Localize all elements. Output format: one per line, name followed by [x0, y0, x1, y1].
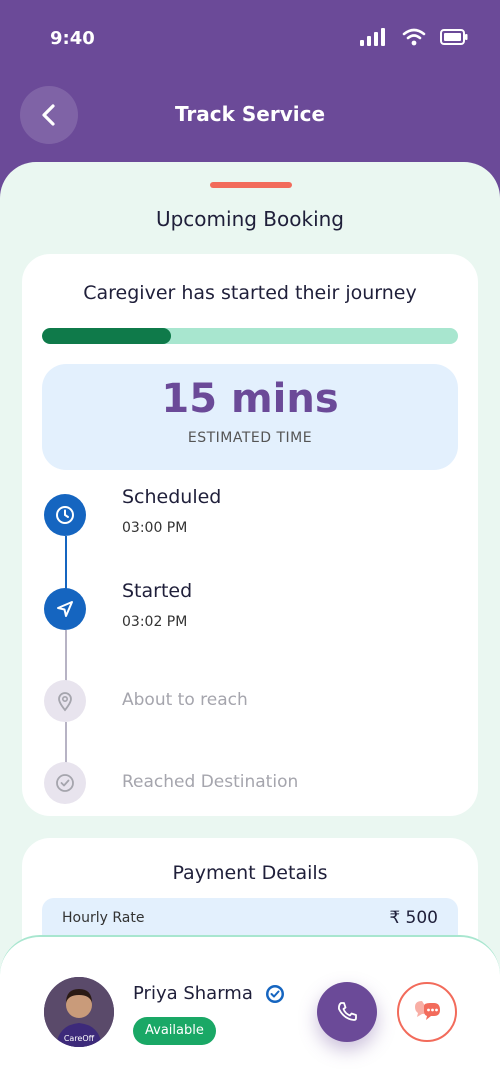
eta-box: 15 mins ESTIMATED TIME: [42, 364, 458, 470]
eta-label: ESTIMATED TIME: [187, 430, 313, 446]
status-timeline: Scheduled 03:00 PM Started 03:02 PM Abou…: [44, 486, 464, 814]
timeline-connector: [65, 536, 67, 590]
eta-value: 15 mins: [161, 376, 339, 422]
payment-row-label: Hourly Rate: [62, 910, 145, 926]
status-time: 9:40: [50, 28, 95, 49]
location-pin-icon: [44, 680, 86, 722]
clock-icon: [44, 494, 86, 536]
battery-icon: [440, 29, 468, 45]
journey-message: Caregiver has started their journey: [83, 282, 417, 304]
timeline-step-label: Reached Destination: [122, 772, 299, 792]
timeline-connector: [65, 722, 67, 766]
sheet-title: Upcoming Booking: [155, 207, 345, 231]
caregiver-name: Priya Sharma: [133, 983, 253, 1004]
tracking-card: Caregiver has started their journey 15 m…: [22, 254, 478, 816]
timeline-step-time: 03:02 PM: [122, 614, 188, 630]
payment-row-hourly-rate: Hourly Rate ₹ 500: [42, 898, 458, 940]
page-title: Track Service: [174, 102, 326, 126]
timeline-step-time: 03:00 PM: [122, 520, 188, 536]
verified-icon: [266, 985, 284, 1003]
chat-button[interactable]: [397, 982, 457, 1042]
navigation-icon: [44, 588, 86, 630]
journey-progress-fill: [42, 328, 171, 344]
signal-icon: [360, 28, 385, 46]
wifi-icon: [402, 28, 426, 46]
timeline-connector: [65, 630, 67, 682]
status-icons: [360, 28, 468, 46]
timeline-step-label: Scheduled: [122, 486, 222, 508]
timeline-step-label: Started: [122, 580, 193, 602]
chat-icon: [415, 1001, 440, 1020]
status-bar: 9:40: [0, 0, 500, 78]
avatar-logo-text: CareOff: [64, 1034, 95, 1043]
check-circle-icon: [44, 762, 86, 804]
call-button[interactable]: [317, 982, 377, 1042]
avatar: CareOff: [44, 977, 114, 1047]
status-badge: Available: [133, 1017, 216, 1045]
payment-row-value: ₹ 500: [389, 908, 438, 928]
journey-progress-bar: [42, 328, 458, 344]
phone-icon: [338, 1002, 357, 1021]
timeline-step-label: About to reach: [122, 690, 248, 710]
caregiver-sheet: CareOff Priya Sharma Available: [0, 935, 500, 1084]
payment-title: Payment Details: [172, 862, 328, 884]
sheet-handle[interactable]: [210, 182, 292, 188]
